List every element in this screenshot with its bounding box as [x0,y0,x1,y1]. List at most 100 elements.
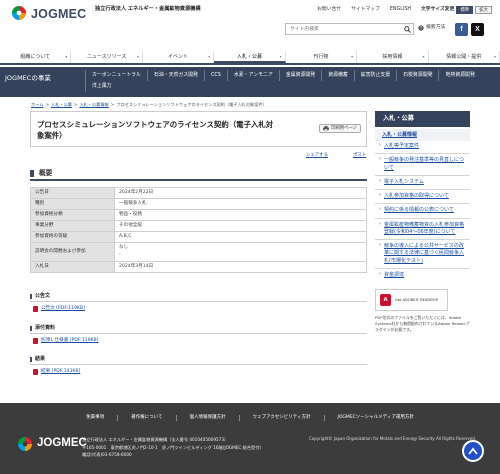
breadcrumb-separator: > [73,102,78,107]
printer-icon [323,126,330,131]
breadcrumb-current: プロセスシミュレーションソフトウェアのライセンス契約（電子入札対象案件） [116,102,267,107]
post-button[interactable]: ポスト [353,153,366,159]
briefing-sub-value: - [119,252,121,257]
main-content: プロセスシミュレーションソフトウェアのライセンス契約（電子入札対象案件） 印刷用… [30,111,367,273]
adobe-reader-label: Get ADOBE® READER® [395,297,439,302]
row-value: なし - [114,242,367,262]
gnav-news[interactable]: ニュースリリース [71,51,143,63]
gnav-disclosure[interactable]: 情報公開・提供 [429,51,500,63]
sidebar-heading[interactable]: 入札・公募 [375,111,470,127]
footer-logo-text: JOGMEC [37,437,87,450]
site-logo[interactable]: JOGMEC [10,5,90,21]
divider [375,174,470,176]
bnav-coal[interactable]: 石炭資源開発 [396,70,438,81]
gnav-organization[interactable]: 組織について [0,51,72,63]
bnav-metals[interactable]: 金属資源開発 [278,70,321,81]
copyright: Copyright© Japan Organization for Metals… [309,436,477,441]
footer-link-accessibility[interactable]: ウェブアクセシビリティ方針 [238,415,324,422]
table-row: 説明会の開催および参加 なし - [30,242,367,262]
sidebar-item-market-test[interactable]: 競争の導入による公共サービスの改革に関する法律に基づく民間競争入札(市場化テスト… [375,241,470,267]
breadcrumb-home[interactable]: ホーム [31,102,43,108]
bnav-mine-pollution[interactable]: 鉱害防止支援 [353,70,396,81]
pdf-icon [33,369,38,376]
x-twitter-icon[interactable]: X [471,23,484,36]
sidebar-category[interactable]: 入札・公募情報 [375,129,470,141]
row-value: 一般競争入札 [114,198,367,210]
font-size-standard-button[interactable]: 標準 [456,6,474,14]
divider [375,203,470,205]
divider [30,301,367,302]
gnav-publications[interactable]: 刊行物 [286,51,358,63]
sidebar-item-criteria[interactable]: 一般競争の発注基準等の見直しについて [375,155,470,174]
gnav-events[interactable]: イベント [143,51,215,63]
english-link[interactable]: ENGLISH [390,7,411,13]
adobe-reader-icon: A [380,294,391,306]
table-row: 参加資格の等級 A,B,C [30,231,367,243]
row-value: 2024年2月22日 [114,187,367,199]
font-size-switcher: 文字サイズ変更 標準 拡大 [421,6,492,14]
gnav-recruit[interactable]: 採用情報 [357,51,429,63]
business-nav-items: カーボンニュートラル 石油・天然ガス開発 CCS 水素・アンモニア 金属資源開発… [85,70,497,92]
footer-address-line: 電話(代表)03-6758-8000 [82,452,132,458]
breadcrumb-separator: > [45,102,49,107]
footer-link-copyright[interactable]: 著作権について [117,415,175,422]
font-size-large-button[interactable]: 拡大 [475,6,492,14]
bnav-ccs[interactable]: CCS [203,70,227,81]
print-page-button[interactable]: 印刷用ページ [319,124,361,133]
share-button[interactable]: シェアする [306,153,328,159]
divider [375,217,470,219]
breadcrumb-bidding[interactable]: 入札・公募 [51,102,72,108]
bnav-geothermal[interactable]: 地熱資源開発 [438,70,480,81]
row-label: 参加資格の等級 [30,231,115,243]
svg-text:?: ? [420,26,422,31]
sidebar-group: 入札・公募情報 入札等予定案件 一般競争の発注基準等の見直しについて 電子入札シ… [375,129,470,281]
global-nav: 組織について ニュースリリース イベント 入札・公募 刊行物 採用情報 情報公開… [0,51,500,65]
page-top-button[interactable] [462,440,484,462]
spec-pdf-link[interactable]: 別添1 仕様書 [PDF:119KB] [41,338,98,344]
sidebar-item-stockpile[interactable]: 金属鉱産物備蓄物資の入札参加資格登録(令和04～06年度)について [375,220,470,239]
font-size-label: 文字サイズ変更 [420,6,455,12]
table-row: 公告日 2024年2月22日 [30,187,367,199]
result-pdf-link[interactable]: 結果 [PDF:143KB] [41,369,80,375]
footer-link-disclaimer[interactable]: 免責事項 [73,415,117,421]
page-title: プロセスシミュレーションソフトウェアのライセンス契約（電子入札対象案件） [37,120,274,141]
social-links: f X [455,23,484,36]
footer-link-privacy[interactable]: 個人情報保護方針 [175,415,239,422]
sidebar-item-upcoming[interactable]: 入札等予定案件 [375,141,470,152]
bnav-stockpile[interactable]: 資源備蓄 [321,70,354,81]
bnav-carbon-neutral[interactable]: カーボンニュートラル [85,70,147,81]
sidebar-item-funding[interactable]: 資金調達 [375,270,470,281]
footer-address-line: 独立行政法人 エネルギー・金属鉱物資源機構（法人番号 4010405009573… [82,437,229,442]
gnav-bidding[interactable]: 入札・公募 [214,51,286,63]
sidebar-item-qualification[interactable]: 入札参加資格の取得について [375,191,470,202]
search-input[interactable] [286,24,402,34]
footer-link-social-policy[interactable]: JOGMECソーシャルメディア運用方針 [323,415,427,422]
notice-pdf-link[interactable]: 公告文 [PDF:119KB] [41,306,85,312]
table-row: 入札日 2024年3月14日 [30,261,367,273]
bnav-oil-gas[interactable]: 石油・天然ガス開発 [146,70,204,81]
footer-address: 独立行政法人 エネルギー・金属鉱物資源機構（法人番号 4010405009573… [82,436,261,459]
sidebar-item-contracts[interactable]: 契約に係る情報の公表について [375,205,470,216]
row-value: 物品・役務 [114,209,367,221]
bnav-hydrogen[interactable]: 水素・アンモニア [226,70,279,81]
breadcrumb-bidding-info[interactable]: 入札・公募情報 [79,102,108,108]
sidebar-item-e-bidding[interactable]: 電子入札システム [375,177,470,188]
business-nav: JOGMECの事業 カーボンニュートラル 石油・天然ガス開発 CCS 水素・アン… [0,67,500,97]
result-pdf-item: 結果 [PDF:143KB] [33,369,80,376]
divider [30,364,367,365]
site-footer: 免責事項 著作権について 個人情報保護方針 ウェブアクセシビリティ方針 JOGM… [0,403,500,474]
share-row: シェアする ポスト [30,147,367,165]
search-howto-link[interactable]: ? 検索方法 [418,25,445,31]
sitemap-link[interactable]: サイトマップ [351,7,380,13]
row-label: 種別 [30,198,115,210]
bnav-offshore-wind[interactable]: 洋上風力 [85,81,118,92]
row-label: 入札日 [30,261,115,273]
business-nav-title[interactable]: JOGMECの事業 [5,74,51,83]
notice-pdf-item: 公告文 [PDF:119KB] [33,306,85,313]
facebook-icon[interactable]: f [455,23,468,36]
adobe-reader-banner[interactable]: A Get ADOBE® READER® [375,289,448,311]
divider [375,239,470,240]
search-button[interactable] [401,24,413,34]
contact-link[interactable]: お問い合せ [317,7,341,13]
footer-logo[interactable]: JOGMEC [16,436,87,452]
